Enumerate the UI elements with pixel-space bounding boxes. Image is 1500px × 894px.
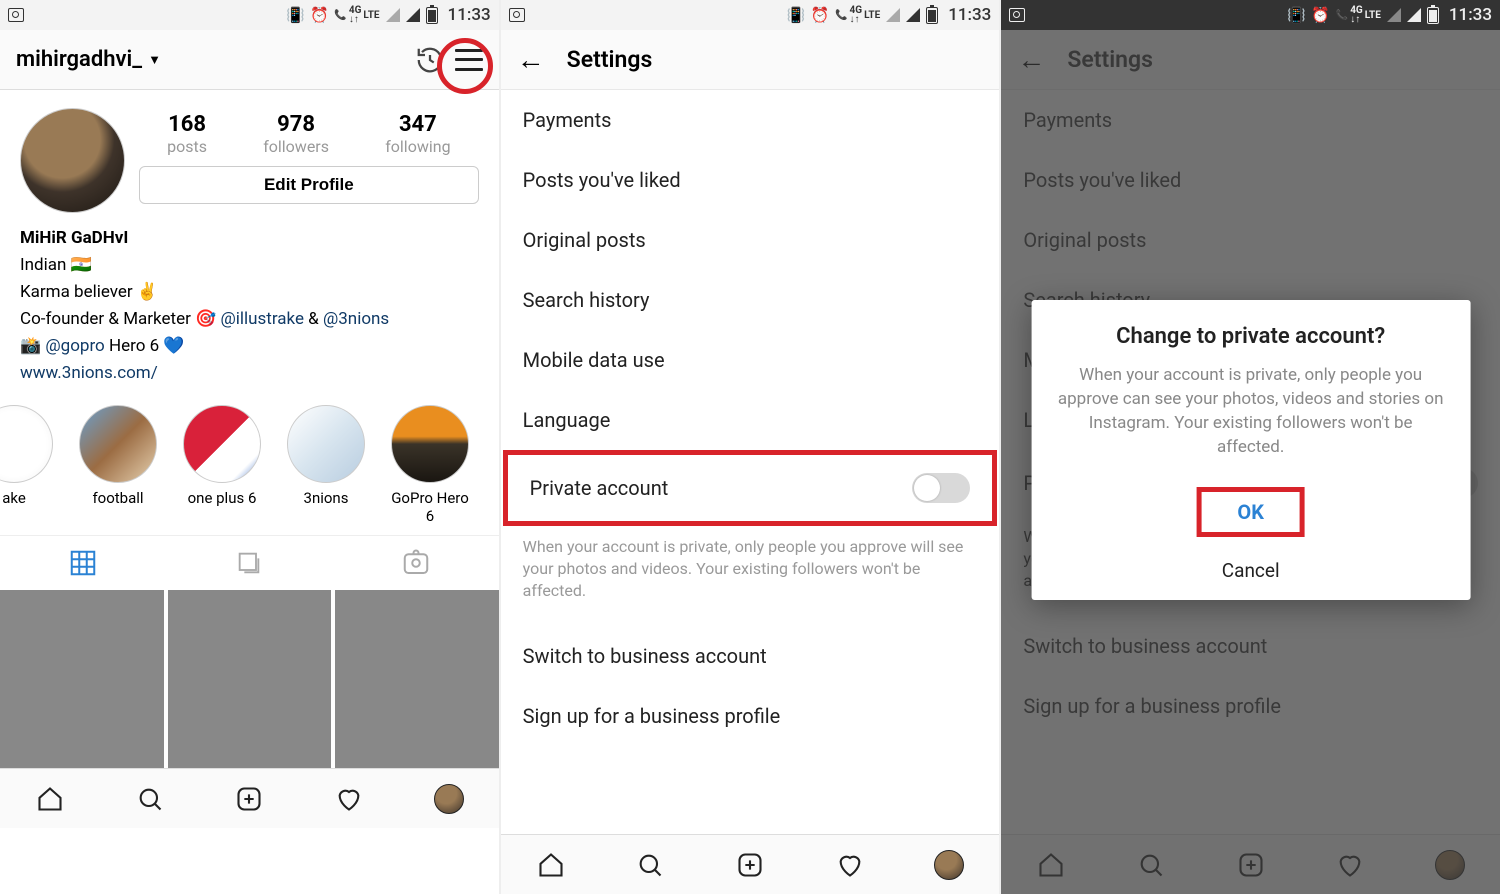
profile-appbar: mihirgadhvi_▼ (0, 30, 499, 90)
nav-home[interactable] (0, 769, 100, 828)
battery-icon (426, 7, 438, 24)
signal-1-icon (386, 8, 400, 22)
page-title: Settings (567, 46, 653, 73)
dialog-ok-button[interactable]: OK (1237, 500, 1264, 524)
stat-posts[interactable]: 168posts (167, 112, 207, 156)
nav-search[interactable] (100, 769, 200, 828)
settings-appbar: ← Settings (501, 30, 1000, 90)
private-account-dialog: Change to private account? When your acc… (1031, 300, 1470, 600)
nav-activity[interactable] (800, 835, 900, 894)
profile-bio: MiHiR GaDHvI Indian 🇮🇳 Karma believer ✌️… (0, 221, 499, 401)
signal-2-icon (906, 8, 920, 22)
dialog-title: Change to private account? (1053, 324, 1448, 349)
dialog-body: When your account is private, only peopl… (1053, 363, 1448, 459)
row-payments[interactable]: Payments (501, 90, 1000, 150)
nav-activity[interactable] (299, 769, 399, 828)
clock: 11:33 (1449, 5, 1492, 25)
row-search-history[interactable]: Search history (501, 270, 1000, 330)
nav-add[interactable] (700, 835, 800, 894)
post-thumbnail[interactable] (168, 590, 332, 768)
annotation-rectangle: Private account (503, 450, 998, 526)
avatar-icon (434, 784, 464, 814)
private-account-toggle[interactable] (912, 473, 970, 503)
chevron-down-icon: ▼ (148, 52, 161, 68)
vibrate-icon: 📳 (286, 6, 304, 24)
row-switch-business[interactable]: Switch to business account (501, 626, 1000, 686)
network-lte-icon: 📞4G↓↑LTE (1336, 6, 1381, 24)
row-language[interactable]: Language (501, 390, 1000, 450)
signal-1-icon (1387, 8, 1401, 22)
gallery-notif-icon (509, 8, 525, 22)
settings-list: Payments Posts you've liked Original pos… (501, 90, 1000, 834)
alarm-icon: ⏰ (1312, 6, 1330, 24)
website-link[interactable]: www.3nions.com/ (20, 363, 158, 383)
alarm-icon: ⏰ (811, 6, 829, 24)
highlight-item[interactable]: 3nions (282, 405, 370, 525)
mention-gopro[interactable]: @gopro (45, 336, 104, 356)
stat-followers[interactable]: 978followers (263, 112, 329, 156)
edit-profile-button[interactable]: Edit Profile (139, 166, 479, 204)
row-private-account[interactable]: Private account (508, 455, 993, 521)
network-lte-icon: 📞 4G↓↑ LTE (334, 6, 379, 24)
highlight-item[interactable]: ake (0, 405, 58, 525)
avatar-icon (934, 850, 964, 880)
story-highlights: ake football one plus 6 3nions GoPro Her… (0, 401, 499, 535)
nav-home[interactable] (501, 835, 601, 894)
row-signup-business[interactable]: Sign up for a business profile (501, 686, 1000, 746)
gallery-notif-icon (8, 8, 24, 22)
bottom-nav (0, 768, 499, 828)
dialog-cancel-button[interactable]: Cancel (1053, 545, 1448, 584)
battery-icon (1427, 7, 1439, 24)
hamburger-menu-icon[interactable] (455, 49, 483, 71)
screen-dialog: 📳 ⏰ 📞4G↓↑LTE 11:33 ← Settings Payments P… (1001, 0, 1500, 894)
archive-icon[interactable] (415, 45, 445, 75)
post-thumbnail[interactable] (335, 590, 499, 768)
signal-1-icon (886, 8, 900, 22)
nav-add[interactable] (199, 769, 299, 828)
vibrate-icon: 📳 (787, 6, 805, 24)
display-name: MiHiR GaDHvI (20, 225, 479, 252)
tab-feed[interactable] (166, 536, 332, 590)
profile-tabs (0, 535, 499, 590)
back-arrow-icon[interactable]: ← (517, 43, 545, 76)
row-posts-liked[interactable]: Posts you've liked (501, 150, 1000, 210)
signal-2-icon (1407, 8, 1421, 22)
status-bar: 📳 ⏰ 📞4G↓↑LTE 11:33 (501, 0, 1000, 30)
network-lte-icon: 📞4G↓↑LTE (835, 6, 880, 24)
bottom-nav (501, 834, 1000, 894)
post-thumbnail[interactable] (0, 590, 164, 768)
tab-tagged[interactable] (332, 536, 498, 590)
nav-profile[interactable] (900, 835, 1000, 894)
row-original-posts[interactable]: Original posts (501, 210, 1000, 270)
stat-following[interactable]: 347following (385, 112, 450, 156)
vibrate-icon: 📳 (1288, 6, 1306, 24)
status-bar: 📳 ⏰ 📞 4G↓↑ LTE 11:33 (0, 0, 499, 30)
screen-profile: 📳 ⏰ 📞 4G↓↑ LTE 11:33 mihirgadhvi_▼ 168po… (0, 0, 501, 894)
clock: 11:33 (448, 5, 491, 25)
nav-search[interactable] (600, 835, 700, 894)
status-bar: 📳 ⏰ 📞4G↓↑LTE 11:33 (1001, 0, 1500, 30)
profile-header: 168posts 978followers 347following Edit … (0, 90, 499, 221)
highlight-item[interactable]: one plus 6 (178, 405, 266, 525)
row-mobile-data[interactable]: Mobile data use (501, 330, 1000, 390)
annotation-rectangle: OK (1196, 487, 1305, 537)
screen-settings: 📳 ⏰ 📞4G↓↑LTE 11:33 ← Settings Payments P… (501, 0, 1002, 894)
gallery-notif-icon (1009, 8, 1025, 22)
highlight-item[interactable]: football (74, 405, 162, 525)
username-dropdown[interactable]: mihirgadhvi_▼ (16, 47, 161, 72)
signal-2-icon (406, 8, 420, 22)
clock: 11:33 (948, 5, 991, 25)
profile-avatar[interactable] (20, 108, 125, 213)
mention-3nions[interactable]: @3nions (323, 309, 389, 329)
alarm-icon: ⏰ (310, 6, 328, 24)
nav-profile[interactable] (399, 769, 499, 828)
tab-grid[interactable] (0, 536, 166, 590)
private-account-description: When your account is private, only peopl… (501, 526, 1000, 626)
highlight-item[interactable]: GoPro Hero 6 (386, 405, 474, 525)
battery-icon (926, 7, 938, 24)
mention-illustrake[interactable]: @illustrake (220, 309, 304, 329)
post-grid (0, 590, 499, 768)
